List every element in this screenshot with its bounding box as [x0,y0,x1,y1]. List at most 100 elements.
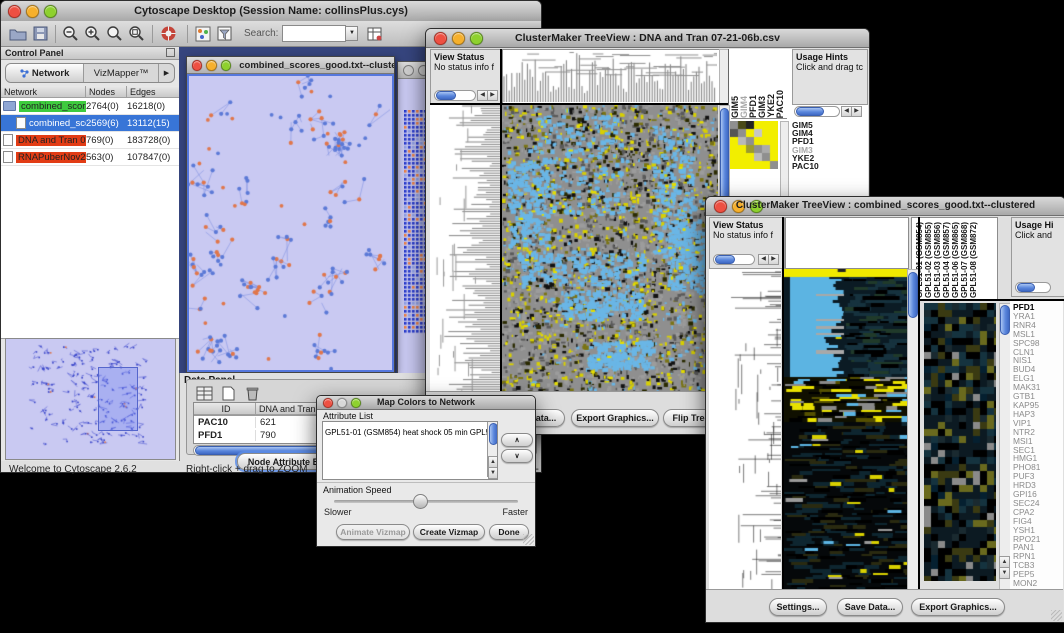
network-view-titlebar[interactable]: combined_scores_good.txt--cluste... [187,57,394,74]
attribute-list[interactable]: GPL51-01 (GSM854) heat shock 05 minGPL51… [322,421,498,480]
tv2-settings-button[interactable]: Settings... [769,598,827,616]
hscroll-thumb[interactable] [436,91,456,100]
open-file-icon[interactable] [7,24,29,44]
hscroll-thumb[interactable] [715,255,735,264]
minimize-button[interactable] [206,60,216,71]
tv2-heatmap[interactable] [784,269,907,589]
network-manager-icon[interactable] [192,24,214,44]
tv2-save-data-button[interactable]: Save Data... [837,598,903,616]
birdseye-canvas[interactable] [6,339,173,457]
float-panel-icon[interactable] [166,48,175,57]
close-button[interactable] [192,60,202,71]
hscroll-thumb[interactable] [1017,283,1035,292]
scroll-down-arrow[interactable]: ▼ [488,467,498,479]
tab-vizmapper[interactable]: VizMapper™ [84,64,158,82]
scroll-down-arrow[interactable]: ▼ [999,567,1010,579]
zoom-button[interactable] [221,60,231,71]
file-icon [16,117,26,129]
vscroll-thumb[interactable] [1000,305,1010,335]
scroll-right-arrow[interactable]: ▶ [487,90,498,101]
scroll-right-arrow[interactable]: ▶ [851,106,862,117]
gene-label[interactable]: MON2 [1013,579,1063,588]
column-label[interactable]: GPL51-07 (GSM868) [960,222,969,298]
resize-grip[interactable] [523,534,534,545]
treeview2-window: ClusterMaker TreeView : combined_scores_… [705,196,1064,623]
tv2-status-scrollbar[interactable] [713,254,755,265]
move-attribute-up-button[interactable]: ∧ [501,433,533,447]
tv2-row-dendrogram[interactable] [709,269,781,589]
column-header-network[interactable]: Network [1,86,86,98]
column-label[interactable]: PAC10 [776,90,785,118]
network-tab-icon [20,69,29,78]
row-value: 790 [256,430,276,441]
attribute-list-label: Attribute List [323,411,373,421]
network-view-canvas[interactable] [189,76,390,370]
network-row-rnapuber[interactable]: RNAPuberNov2+ 563(0) 107847(0) [1,149,179,166]
tv1-export-graphics-button[interactable]: Export Graphics... [571,409,659,427]
zoom-selected-icon[interactable] [104,24,126,44]
attribute-list-vscrollbar[interactable]: ▲ ▼ [487,422,497,477]
tab-network-label: Network [32,68,69,79]
column-label[interactable]: GPL51-08 (GSM872) [969,222,978,298]
scroll-right-arrow[interactable]: ▶ [768,254,779,265]
tab-overflow-button[interactable]: ▶ [158,64,174,82]
resize-grip[interactable] [1051,610,1062,621]
animation-speed-slider-thumb[interactable] [413,494,428,509]
tab-network[interactable]: Network [6,64,84,82]
tv2-global-heatmap[interactable] [924,303,996,581]
attribute-table-icon[interactable] [364,24,386,44]
tv2-export-graphics-button[interactable]: Export Graphics... [911,598,1005,616]
column-label[interactable]: GPL51-06 (GSM865) [951,222,960,298]
close-button[interactable] [403,65,414,76]
network-row-dna-tran[interactable]: DNA and Tran 07 769(0) 183728(0) [1,132,179,149]
tv1-heatmap[interactable] [502,105,718,391]
search-input[interactable] [282,25,346,42]
control-panel-title: Control Panel [5,48,64,58]
column-label[interactable]: GPL51-04 (GSM857) [942,222,951,298]
birdseye-viewport-rect[interactable] [98,367,138,431]
new-attribute-icon[interactable] [217,383,239,403]
node-count: 2764(0) [86,101,127,112]
tv1-row-dendrogram[interactable] [430,105,500,391]
column-header-nodes[interactable]: Nodes [86,86,127,98]
tv1-status-scrollbar[interactable] [434,90,476,101]
treeview2-titlebar[interactable]: ClusterMaker TreeView : combined_scores_… [706,197,1064,216]
create-vizmap-button[interactable]: Create Vizmap [413,524,485,540]
network-row-combined-sco-selected[interactable]: combined_sco 2569(6) 13112(15) [1,115,179,132]
vscroll-thumb[interactable] [908,272,918,318]
hscroll-thumb[interactable] [796,107,824,116]
treeview1-titlebar[interactable]: ClusterMaker TreeView : DNA and Tran 07-… [426,29,869,48]
network-row-combined-scores[interactable]: combined_scores 2764(0) 16218(0) [1,98,179,115]
row-label[interactable]: PAC10 [792,162,819,170]
vscroll-thumb[interactable] [489,423,498,445]
birdseye-view[interactable] [5,338,176,460]
save-icon[interactable] [29,24,51,44]
tv1-column-dendrogram[interactable] [503,50,717,102]
edge-count: 107847(0) [127,152,177,163]
zoom-out-icon[interactable] [60,24,82,44]
animate-vizmap-button[interactable]: Animate Vizmap [336,524,410,540]
network-tree-list: combined_scores 2764(0) 16218(0) combine… [1,98,179,339]
search-dropdown-arrow[interactable]: ▼ [346,26,358,41]
main-titlebar[interactable]: Cytoscape Desktop (Session Name: collins… [1,1,541,22]
network-name: DNA and Tran 07 [16,135,86,146]
tv1-summary-matrix[interactable] [730,121,778,169]
attribute-item[interactable]: GPL51-01 (GSM854) heat shock 05 min [323,428,468,437]
tv2-usage-scrollbar[interactable] [1015,282,1051,293]
zoom-in-icon[interactable] [82,24,104,44]
node-count: 563(0) [86,152,127,163]
dialog-titlebar[interactable]: Map Colors to Network [317,396,535,410]
column-label[interactable]: GPL51-02 (GSM855) [924,222,933,298]
id-column-header[interactable]: ID [194,403,256,415]
column-header-edges[interactable]: Edges [127,86,179,98]
column-label[interactable]: GPL51-03 (GSM856) [933,222,942,298]
zoom-fit-icon[interactable] [126,24,148,44]
move-attribute-down-button[interactable]: ∨ [501,449,533,463]
table-mode-icon[interactable] [193,383,215,403]
tv1-usage-scrollbar[interactable] [794,106,840,117]
delete-attribute-icon[interactable] [241,383,263,403]
tv2-button-bar: Settings... Save Data... Export Graphics… [706,589,1063,622]
filter-icon[interactable] [214,24,236,44]
help-lifering-icon[interactable] [157,24,179,44]
animation-speed-label: Animation Speed [323,485,392,495]
